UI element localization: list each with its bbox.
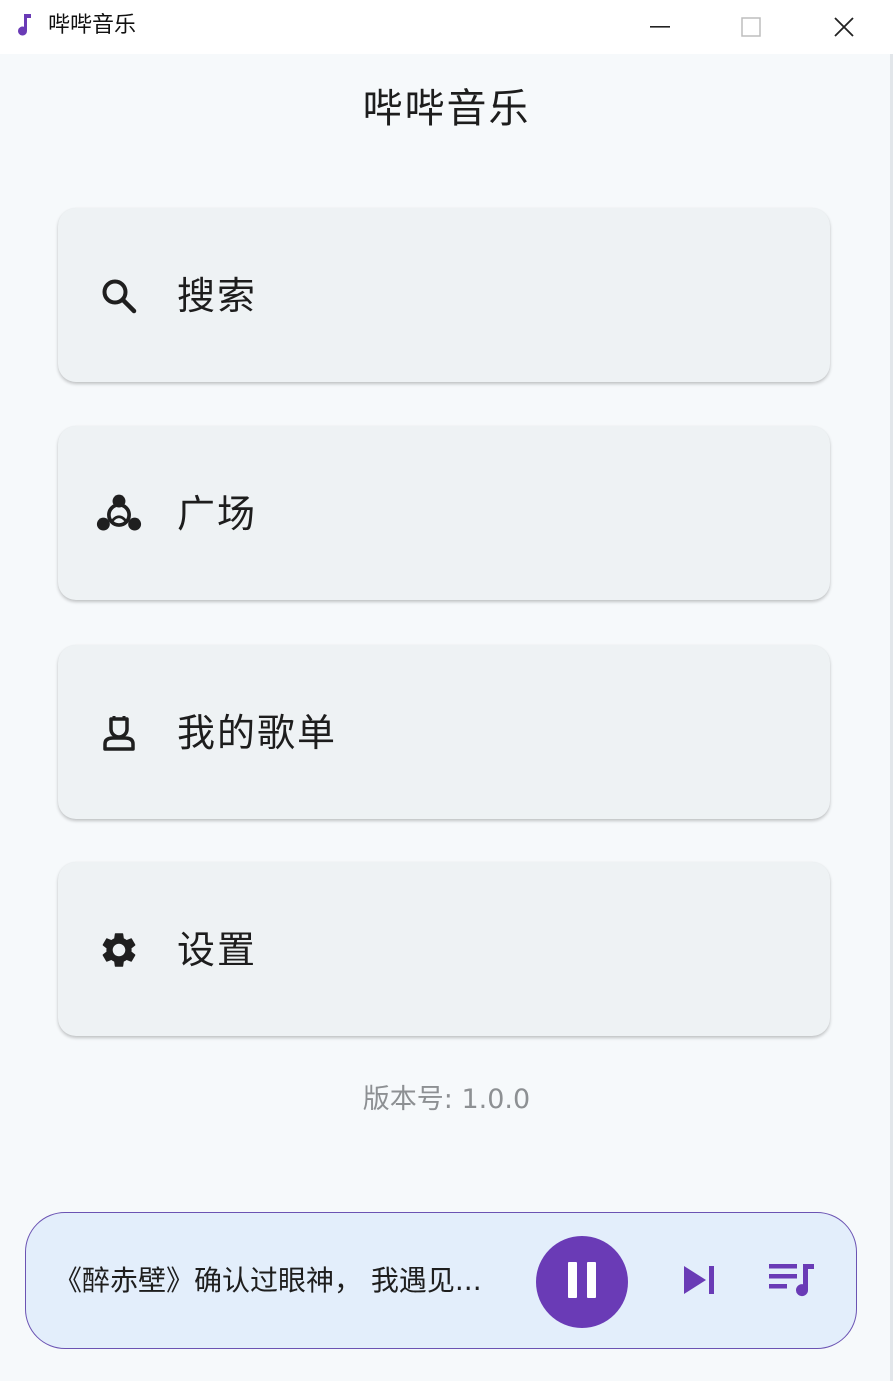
skip-next-button[interactable] (677, 1259, 723, 1305)
minimize-button[interactable] (614, 0, 706, 54)
menu-label-search: 搜索 (177, 274, 258, 318)
music-note-icon (16, 12, 36, 38)
maximize-button[interactable] (705, 0, 797, 54)
menu-label-my-playlist: 我的歌单 (177, 711, 338, 755)
menu-card-search[interactable]: 搜索 (58, 208, 830, 382)
menu-label-plaza: 广场 (177, 492, 258, 536)
menu-card-plaza[interactable]: 广场 (58, 426, 830, 600)
community-icon (96, 491, 142, 537)
now-playing-title[interactable]: 《醉赤壁》确认过眼神， 我遇见... (54, 1263, 524, 1299)
close-button[interactable] (798, 0, 890, 54)
maximize-icon (741, 17, 761, 37)
skip-next-icon (682, 1264, 718, 1300)
page-title: 哔哔音乐 (362, 86, 531, 132)
search-icon (96, 273, 142, 319)
user-icon (96, 710, 142, 756)
mini-player[interactable]: 《醉赤壁》确认过眼神， 我遇见... (25, 1212, 857, 1349)
menu-card-settings[interactable]: 设置 (58, 862, 830, 1036)
menu-card-my-playlist[interactable]: 我的歌单 (58, 645, 830, 819)
pause-icon (565, 1260, 599, 1304)
close-icon (833, 16, 855, 38)
window-title: 哔哔音乐 (48, 13, 137, 38)
menu-label-settings: 设置 (177, 928, 258, 972)
gear-icon (96, 927, 142, 973)
pause-button[interactable] (536, 1236, 628, 1328)
version-label: 版本号: 1.0.0 (362, 1084, 531, 1115)
window-titlebar: 哔哔音乐 (0, 0, 893, 54)
queue-button[interactable] (766, 1259, 818, 1305)
minimize-icon (650, 25, 670, 29)
queue-music-icon (767, 1260, 817, 1304)
